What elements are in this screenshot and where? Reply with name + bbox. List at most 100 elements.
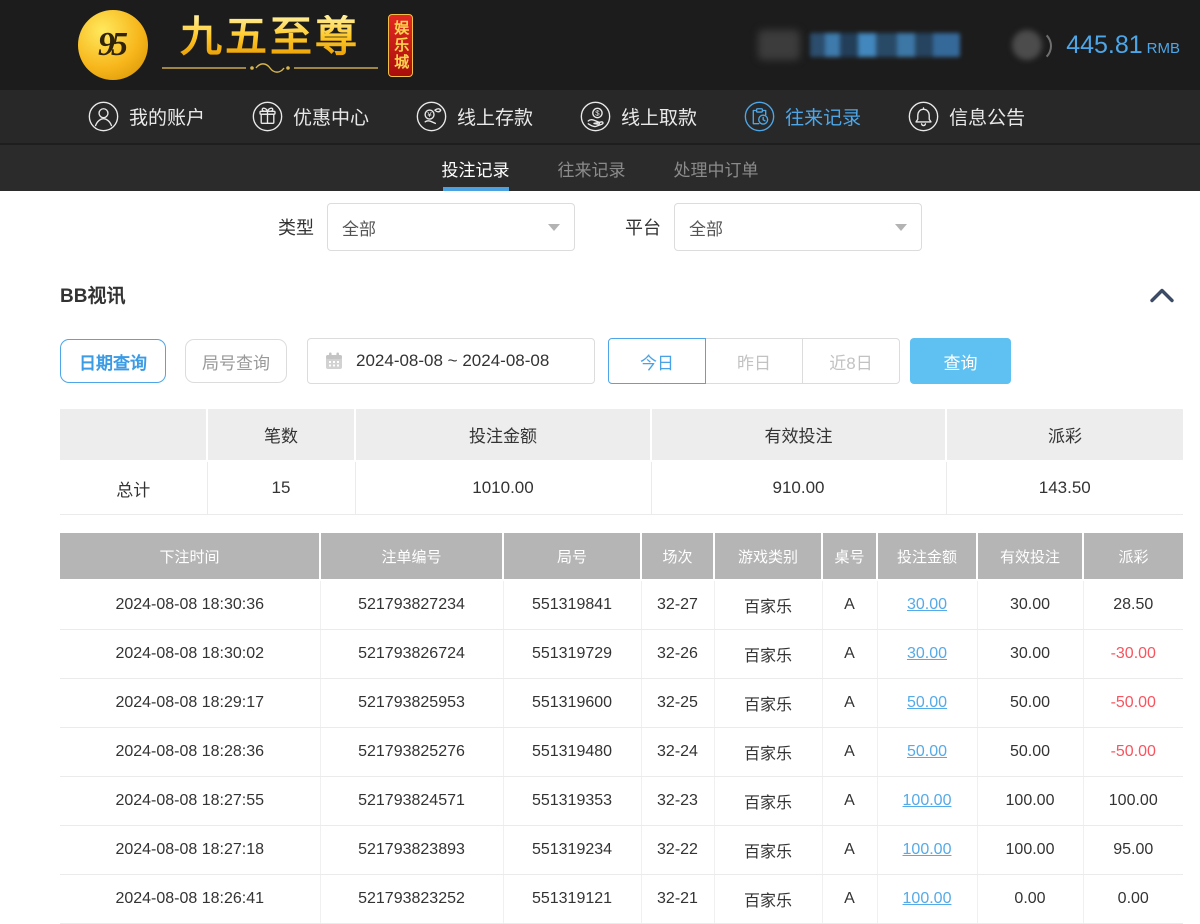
nav-item-withdraw[interactable]: $ 线上取款 xyxy=(580,101,697,132)
tab-transaction-records[interactable]: 往来记录 xyxy=(556,145,628,191)
valid-bet-cell: 100.00 xyxy=(977,826,1083,875)
valid-bet-cell: 100.00 xyxy=(977,777,1083,826)
session-cell: 32-22 xyxy=(641,826,714,875)
table-number-cell: A xyxy=(822,777,877,826)
session-header: 场次 xyxy=(641,533,714,580)
payout-header: 派彩 xyxy=(1083,533,1183,580)
valid-bet-cell: 0.00 xyxy=(977,875,1083,924)
table-number-header: 桌号 xyxy=(822,533,877,580)
logo-badge: 娱乐城 xyxy=(388,14,413,77)
logo-text: 九五至尊 xyxy=(160,15,380,75)
bet-table-header-row: 下注时间注单编号局号场次游戏类别桌号投注金额有效投注派彩 xyxy=(60,533,1183,580)
table-row: 2024-08-08 18:30:36521793827234551319841… xyxy=(60,580,1183,630)
bet-amount-cell: 50.00 xyxy=(877,728,977,777)
summary-payout-value: 143.50 xyxy=(946,461,1183,515)
nav-item-label: 往来记录 xyxy=(785,103,861,130)
round-number-cell: 551319841 xyxy=(503,580,641,630)
deposit-icon: ¥ xyxy=(416,101,447,132)
table-number-cell: A xyxy=(822,728,877,777)
nav-item-records[interactable]: 往来记录 xyxy=(744,101,861,132)
round-number-cell: 551319480 xyxy=(503,728,641,777)
bet-table-body: 2024-08-08 18:30:36521793827234551319841… xyxy=(60,580,1183,924)
game-type-cell: 百家乐 xyxy=(714,777,822,826)
svg-text:$: $ xyxy=(595,109,600,118)
svg-text:¥: ¥ xyxy=(427,110,432,119)
search-button[interactable]: 查询 xyxy=(910,338,1011,384)
top-header: 95 九五至尊 娱乐城 445.81RMB xyxy=(0,0,1200,90)
nav-item-deposit[interactable]: ¥线上存款 xyxy=(416,101,533,132)
user-area: 445.81RMB xyxy=(758,29,1180,61)
summary-header-count: 笔数 xyxy=(207,409,355,461)
bell-icon xyxy=(908,101,939,132)
bet-amount-link[interactable]: 30.00 xyxy=(907,596,947,613)
bet-amount-cell: 30.00 xyxy=(877,630,977,679)
logo-monogram-icon: 95 xyxy=(78,10,148,80)
nav-item-promotions[interactable]: 优惠中心 xyxy=(252,101,369,132)
bet-amount-link[interactable]: 100.00 xyxy=(903,792,952,809)
bet-time-cell: 2024-08-08 18:27:18 xyxy=(60,826,320,875)
quick-range-today-button[interactable]: 今日 xyxy=(608,338,706,384)
collapse-section-button[interactable] xyxy=(1141,286,1183,304)
payout-cell: -30.00 xyxy=(1083,630,1183,679)
bet-time-cell: 2024-08-08 18:27:55 xyxy=(60,777,320,826)
round-number-cell: 551319234 xyxy=(503,826,641,875)
gift-icon xyxy=(252,101,283,132)
payout-cell: 28.50 xyxy=(1083,580,1183,630)
summary-header-bet-amount: 投注金额 xyxy=(355,409,651,461)
table-row: 2024-08-08 18:29:17521793825953551319600… xyxy=(60,679,1183,728)
date-query-button[interactable]: 日期查询 xyxy=(60,339,166,383)
round-number-cell: 551319353 xyxy=(503,777,641,826)
main-nav: 我的账户 优惠中心 ¥线上存款 $ 线上取款 往来记录 信息公告 xyxy=(0,90,1200,143)
nav-item-label: 优惠中心 xyxy=(293,103,369,130)
tab-processing-orders[interactable]: 处理中订单 xyxy=(672,145,761,191)
user-icon xyxy=(88,101,119,132)
bet-amount-link[interactable]: 50.00 xyxy=(907,694,947,711)
site-logo[interactable]: 95 九五至尊 娱乐城 xyxy=(78,10,448,80)
bet-amount-link[interactable]: 50.00 xyxy=(907,743,947,760)
platform-select[interactable]: 全部 xyxy=(674,203,922,251)
valid-bet-cell: 30.00 xyxy=(977,630,1083,679)
quick-range-yesterday-button[interactable]: 昨日 xyxy=(705,338,803,384)
table-row: 2024-08-08 18:26:41521793823252551319121… xyxy=(60,875,1183,924)
quick-range-last-8-days-button[interactable]: 近8日 xyxy=(802,338,900,384)
round-number-cell: 551319729 xyxy=(503,630,641,679)
chevron-down-icon xyxy=(548,224,560,231)
payout-cell: -50.00 xyxy=(1083,728,1183,777)
session-cell: 32-21 xyxy=(641,875,714,924)
bet-amount-link[interactable]: 30.00 xyxy=(907,645,947,662)
type-select[interactable]: 全部 xyxy=(327,203,575,251)
bet-amount-cell: 50.00 xyxy=(877,679,977,728)
bet-amount-cell: 100.00 xyxy=(877,875,977,924)
balance-refresh-icon[interactable] xyxy=(1012,29,1054,61)
bet-time-cell: 2024-08-08 18:28:36 xyxy=(60,728,320,777)
bet-time-cell: 2024-08-08 18:30:02 xyxy=(60,630,320,679)
tab-bet-records[interactable]: 投注记录 xyxy=(440,145,512,191)
session-cell: 32-23 xyxy=(641,777,714,826)
nav-item-label: 线上取款 xyxy=(621,103,697,130)
nav-item-announcements[interactable]: 信息公告 xyxy=(908,101,1025,132)
username-redacted xyxy=(810,33,960,57)
platform-select-value: 全部 xyxy=(689,215,723,240)
order-number-header: 注单编号 xyxy=(320,533,503,580)
table-row: 2024-08-08 18:30:02521793826724551319729… xyxy=(60,630,1183,679)
order-number-cell: 521793827234 xyxy=(320,580,503,630)
nav-item-my-account[interactable]: 我的账户 xyxy=(88,101,205,132)
round-query-button[interactable]: 局号查询 xyxy=(185,339,287,383)
content: 类型 全部 平台 全部 BB视讯 日期查询 局号查询 xyxy=(0,203,1200,924)
type-filter-label: 类型 xyxy=(278,214,314,240)
summary-table: 笔数 投注金额 有效投注 派彩 总计 15 1010.00 910.00 143… xyxy=(60,409,1183,515)
order-number-cell: 521793823252 xyxy=(320,875,503,924)
game-type-cell: 百家乐 xyxy=(714,630,822,679)
table-number-cell: A xyxy=(822,580,877,630)
currency-label: RMB xyxy=(1147,40,1180,57)
active-tab-underline xyxy=(443,187,509,191)
avatar[interactable] xyxy=(758,30,800,60)
game-type-cell: 百家乐 xyxy=(714,826,822,875)
game-type-cell: 百家乐 xyxy=(714,728,822,777)
tab-label: 处理中订单 xyxy=(674,156,759,181)
tab-label: 往来记录 xyxy=(558,156,626,181)
type-filter: 类型 全部 xyxy=(278,203,575,251)
date-range-picker[interactable]: 2024-08-08 ~ 2024-08-08 xyxy=(307,338,595,384)
game-type-cell: 百家乐 xyxy=(714,875,822,924)
bet-amount-link[interactable]: 100.00 xyxy=(903,841,952,858)
